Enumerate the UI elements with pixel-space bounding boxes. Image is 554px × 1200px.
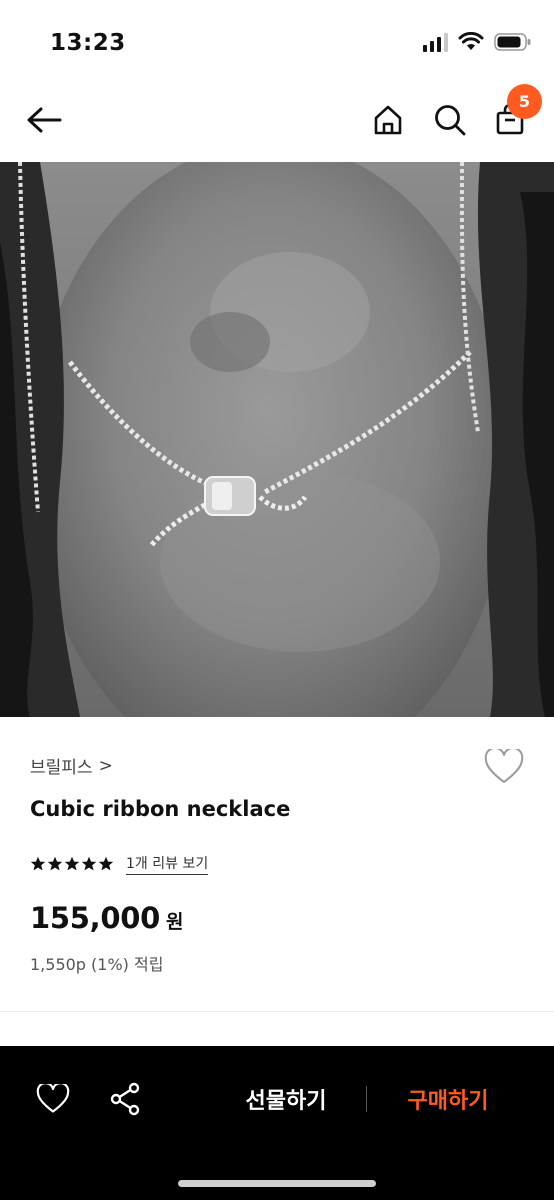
star-icon xyxy=(98,856,114,871)
next-section-peek xyxy=(0,1012,554,1046)
home-indicator xyxy=(178,1180,376,1187)
star-icon xyxy=(30,856,46,871)
status-time: 13:23 xyxy=(50,30,126,56)
product-name: Cubic ribbon necklace xyxy=(30,797,291,821)
back-arrow-icon xyxy=(27,107,62,133)
heart-icon xyxy=(484,746,524,783)
cellular-signal-icon xyxy=(423,32,448,52)
star-icon xyxy=(81,856,97,871)
back-button[interactable] xyxy=(22,98,66,142)
gift-button[interactable]: 선물하기 xyxy=(222,1078,350,1120)
action-divider xyxy=(366,1086,367,1112)
price-value: 155,000 xyxy=(30,901,160,935)
home-icon xyxy=(374,105,402,135)
reward-points: 1,550p (1%) 적립 xyxy=(30,955,164,974)
buy-button[interactable]: 구매하기 xyxy=(384,1078,512,1120)
review-link[interactable]: 1개 리뷰 보기 xyxy=(126,853,209,875)
wifi-icon xyxy=(458,32,484,50)
bottom-action-bar: 선물하기 구매하기 xyxy=(0,1046,554,1200)
rating-row: 1개 리뷰 보기 xyxy=(30,853,209,875)
brand-name: 브릴피스 xyxy=(30,758,93,778)
star-icon xyxy=(64,856,80,871)
price-currency: 원 xyxy=(166,911,184,933)
share-button[interactable] xyxy=(104,1078,146,1120)
home-button[interactable] xyxy=(366,98,410,142)
battery-icon xyxy=(494,33,531,51)
wishlist-button[interactable] xyxy=(484,746,524,785)
product-info: 브릴피스 > Cubic ribbon necklace 1개 리뷰 보기 15… xyxy=(0,717,554,1012)
chevron-right-icon: > xyxy=(98,755,113,776)
brand-link[interactable]: 브릴피스 > xyxy=(30,753,113,779)
rating-stars xyxy=(30,856,114,872)
search-icon xyxy=(435,105,466,136)
status-bar: 13:23 xyxy=(0,0,554,80)
star-icon xyxy=(47,856,63,871)
product-image[interactable] xyxy=(0,162,554,717)
price-row: 155,000 원 xyxy=(30,901,183,935)
heart-icon xyxy=(36,1084,70,1113)
top-navigation xyxy=(0,80,554,162)
bottom-wishlist-button[interactable] xyxy=(32,1078,74,1120)
status-icons xyxy=(423,32,532,52)
search-button[interactable] xyxy=(428,98,472,142)
share-icon xyxy=(110,1082,140,1116)
cart-count-badge: 5 xyxy=(507,84,542,119)
product-photo xyxy=(0,162,554,717)
